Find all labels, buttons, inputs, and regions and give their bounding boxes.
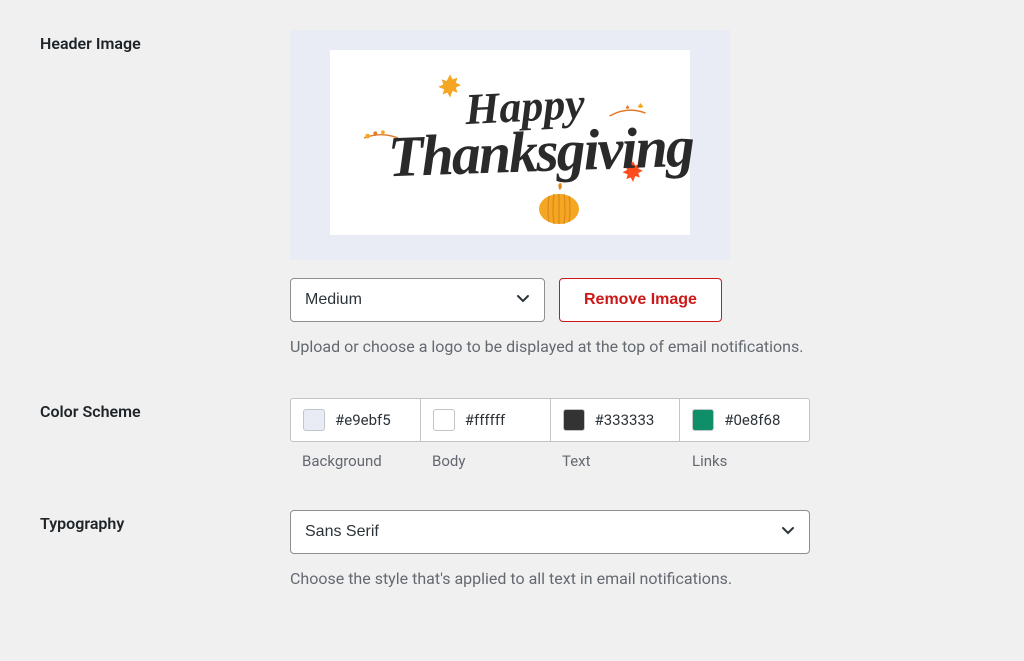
hex-background: #e9ebf5 (335, 411, 391, 429)
typography-content: Choose the style that's applied to all t… (290, 510, 930, 590)
header-image-inner: Happy Thanksgiving (330, 50, 690, 235)
label-links: Links (680, 452, 810, 470)
typography-label: Typography (40, 510, 290, 533)
typography-row: Typography Choose the style that's appli… (40, 510, 984, 590)
pumpkin-icon (535, 183, 583, 225)
swatch-text (563, 409, 585, 431)
color-grid: #e9ebf5 #ffffff #333333 #0e8f68 (290, 398, 810, 442)
typography-help: Choose the style that's applied to all t… (290, 568, 930, 590)
swatch-background (303, 409, 325, 431)
hex-text: #333333 (595, 411, 655, 429)
color-scheme-content: #e9ebf5 #ffffff #333333 #0e8f68 Backgrou… (290, 398, 930, 470)
label-text: Text (550, 452, 680, 470)
hex-links: #0e8f68 (724, 411, 780, 429)
header-image-help: Upload or choose a logo to be displayed … (290, 336, 930, 358)
header-image-controls: Remove Image (290, 278, 930, 322)
thanksgiving-graphic: Happy Thanksgiving (360, 63, 660, 223)
swatch-body (433, 409, 455, 431)
preview-text-thanksgiving: Thanksgiving (387, 112, 694, 190)
color-scheme-row: Color Scheme #e9ebf5 #ffffff #333333 #0e… (40, 398, 984, 470)
color-cell-background[interactable]: #e9ebf5 (291, 399, 421, 441)
label-body: Body (420, 452, 550, 470)
typography-select-wrap (290, 510, 810, 554)
color-cell-text[interactable]: #333333 (551, 399, 681, 441)
image-size-select-wrap (290, 278, 545, 322)
header-image-preview[interactable]: Happy Thanksgiving (290, 30, 730, 260)
color-labels: Background Body Text Links (290, 452, 810, 470)
header-image-row: Header Image Happy Thanksgiving (40, 30, 984, 358)
image-size-select[interactable] (290, 278, 545, 322)
header-image-label: Header Image (40, 30, 290, 53)
remove-image-button[interactable]: Remove Image (559, 278, 722, 322)
hex-body: #ffffff (465, 411, 506, 429)
color-cell-body[interactable]: #ffffff (421, 399, 551, 441)
swatch-links (692, 409, 714, 431)
header-image-content: Happy Thanksgiving Remove Image Upload o… (290, 30, 930, 358)
color-cell-links[interactable]: #0e8f68 (680, 399, 809, 441)
typography-select[interactable] (290, 510, 810, 554)
label-background: Background (290, 452, 420, 470)
color-scheme-label: Color Scheme (40, 398, 290, 421)
